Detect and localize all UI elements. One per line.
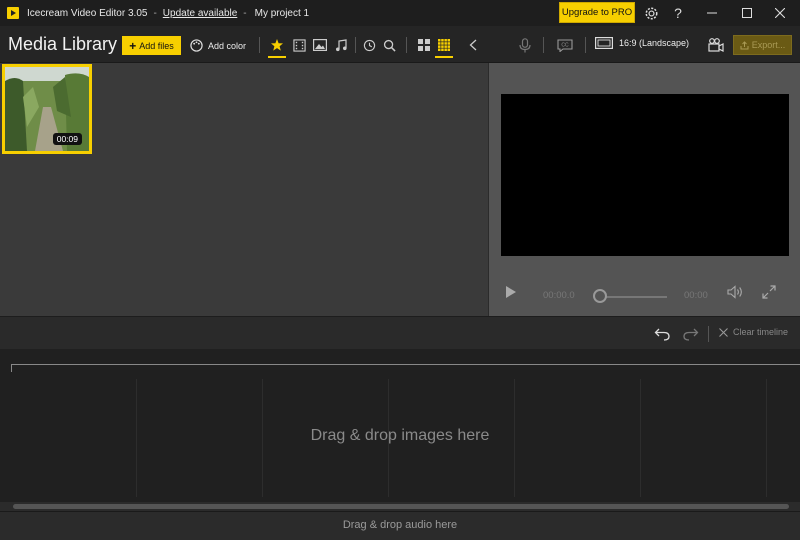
toolbar-divider [708,326,709,342]
timeline-scrollbar[interactable] [13,504,789,509]
export-label: Export... [751,40,786,50]
minimize-icon[interactable] [702,0,722,26]
title-separator: - [153,7,157,19]
main-toolbar: Media Library + Add files Add color CC 1… [0,26,800,63]
media-library-title: Media Library [8,34,118,54]
add-color-button[interactable]: Add color [190,36,246,55]
app-logo-icon [7,7,19,19]
audio-track: Drag & drop audio here [0,511,800,540]
video-preview-screen [501,94,789,256]
captions-icon[interactable]: CC [555,34,575,56]
microphone-icon[interactable] [515,34,535,56]
aspect-ratio-icon [595,37,613,49]
aspect-ratio-selector[interactable]: 16:9 (Landscape) [595,37,689,49]
toolbar-divider [585,37,586,53]
timeline-panel: Drag & drop images here [0,349,800,509]
add-files-button[interactable]: + Add files [122,36,181,55]
maximize-icon[interactable] [737,0,757,26]
star-icon[interactable] [267,34,287,58]
fullscreen-icon[interactable] [762,285,776,299]
media-library-panel: 00:09 [0,63,488,316]
image-icon[interactable] [310,34,330,56]
clear-timeline-label: Clear timeline [733,327,789,337]
timeline-toolbar: Clear timeline [0,316,800,349]
palette-icon [190,39,203,52]
grid-small-icon[interactable] [434,34,454,58]
export-button[interactable]: Export... [733,35,792,55]
title-separator: - [243,7,247,19]
app-name: Icecream Video Editor 3.05 [27,7,148,19]
preview-panel: 00:00.0 00:00 [489,63,800,316]
toolbar-divider [543,37,544,53]
video-camera-icon[interactable] [706,34,726,56]
update-available-link[interactable]: Update available [163,8,238,19]
undo-icon[interactable] [652,323,672,345]
close-icon[interactable] [770,0,790,26]
project-name: My project 1 [254,7,310,19]
help-icon[interactable]: ? [670,0,686,26]
duration-badge: 00:09 [52,133,82,145]
add-color-label: Add color [208,40,247,51]
redo-icon[interactable] [680,323,700,345]
grid-active-indicator [435,56,453,58]
timeline-ruler [11,364,800,372]
drop-audio-zone[interactable]: Drag & drop audio here [0,519,800,531]
current-time: 00:00.0 [543,290,575,301]
toolbar-divider [355,37,356,53]
export-icon [740,40,749,50]
upgrade-to-pro-button[interactable]: Upgrade to PRO [559,2,635,23]
search-icon[interactable] [379,34,399,56]
drop-images-zone[interactable]: Drag & drop images here [0,427,800,445]
seek-slider-track[interactable] [601,296,667,298]
add-files-label: Add files [139,40,174,51]
aspect-ratio-label: 16:9 (Landscape) [619,38,690,48]
clear-timeline-button[interactable]: Clear timeline [719,327,788,337]
svg-text:CC: CC [561,42,569,48]
recent-icon[interactable] [359,34,379,56]
toolbar-divider [406,37,407,53]
collapse-chevron-icon[interactable] [463,34,483,56]
gear-icon[interactable] [641,0,661,26]
music-icon[interactable] [331,34,351,56]
volume-icon[interactable] [727,285,744,299]
film-icon[interactable] [289,34,309,56]
favorites-active-indicator [268,56,286,58]
grid-large-icon[interactable] [414,34,434,56]
seek-slider-handle[interactable] [593,289,607,303]
end-time: 00:00 [684,290,708,301]
clear-x-icon [719,327,728,337]
media-thumbnail[interactable]: 00:09 [2,64,92,154]
plus-icon: + [129,38,137,53]
toolbar-divider [259,37,260,53]
play-icon[interactable] [505,285,517,299]
